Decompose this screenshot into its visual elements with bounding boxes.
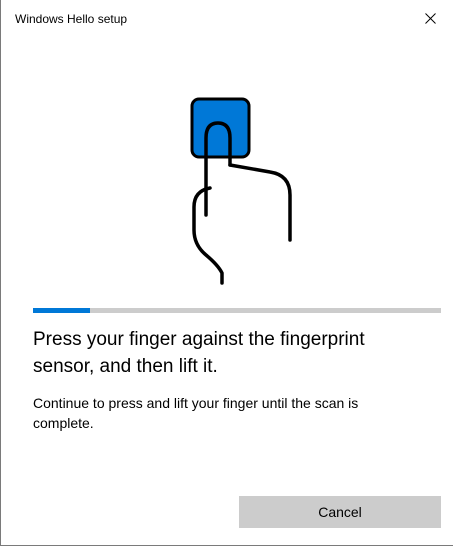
title-bar: Windows Hello setup xyxy=(1,0,453,36)
cancel-button[interactable]: Cancel xyxy=(239,496,441,528)
fingerprint-sensor-icon xyxy=(190,97,251,159)
window-title: Windows Hello setup xyxy=(15,12,128,26)
instruction-heading: Press your finger against the fingerprin… xyxy=(33,329,365,377)
progress-bar-fill xyxy=(33,308,91,313)
close-button[interactable] xyxy=(407,0,453,36)
progress-bar xyxy=(33,308,441,313)
close-icon xyxy=(424,12,436,24)
windows-hello-setup-dialog: Windows Hello setup Press your finger ag… xyxy=(0,0,453,546)
fingerprint-touch-icon xyxy=(190,97,292,285)
instruction-body: Continue to press and lift your finger u… xyxy=(33,395,359,431)
